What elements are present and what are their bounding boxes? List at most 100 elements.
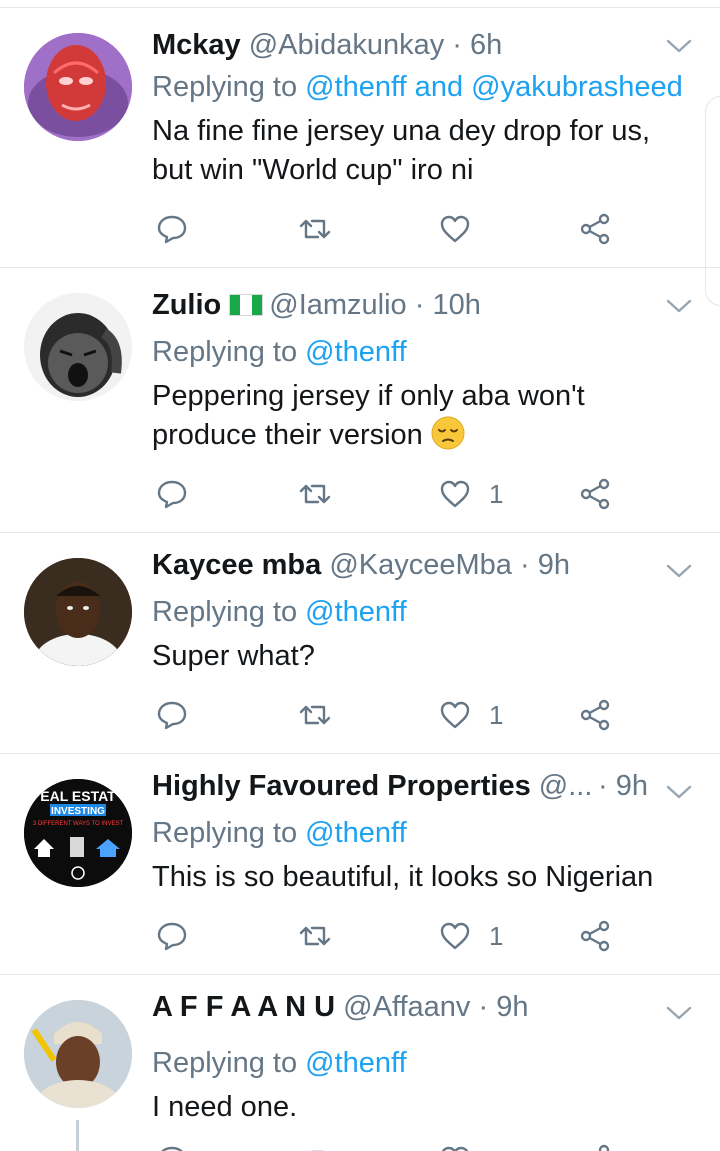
reply-button[interactable]	[156, 474, 206, 514]
avatar-text-line: EAL ESTAT	[40, 788, 116, 804]
user-handle[interactable]: @...	[539, 770, 593, 802]
replying-to: Replying to @thenff and @yakubrasheed	[152, 67, 700, 107]
reply-icon	[161, 1146, 183, 1151]
retweet-icon	[299, 219, 331, 239]
share-button[interactable]	[579, 1140, 611, 1151]
share-button[interactable]	[579, 474, 611, 514]
retweet-icon	[299, 926, 331, 946]
display-name[interactable]: Mckay	[152, 29, 241, 61]
tweet[interactable]: EAL ESTAT INVESTING 3 DIFFERENT WAYS TO …	[0, 755, 720, 975]
reply-button[interactable]	[156, 916, 206, 956]
tweet-header-time: · 9h	[598, 766, 672, 806]
timestamp[interactable]: 9h	[538, 549, 570, 581]
retweet-button[interactable]	[298, 916, 350, 956]
avatar[interactable]: EAL ESTAT INVESTING 3 DIFFERENT WAYS TO …	[24, 779, 132, 887]
retweet-icon	[305, 1150, 325, 1151]
tweet-text: This is so beautiful, it looks so Nigeri…	[152, 858, 680, 897]
timestamp[interactable]: 9h	[496, 991, 528, 1023]
pensive-face-icon	[431, 416, 465, 450]
retweet-button[interactable]	[298, 695, 350, 735]
chevron-down-icon[interactable]	[666, 38, 692, 54]
reply-button[interactable]	[156, 209, 206, 249]
user-handle[interactable]: @Affaanv	[343, 991, 470, 1023]
like-button[interactable]: 1	[439, 474, 503, 514]
tweet[interactable]: A F F A A N U @Affaanv · 9h Replying to …	[0, 976, 720, 1151]
tweet-text: Na fine fine jersey una dey drop for us,…	[152, 112, 680, 190]
display-name[interactable]: Zulio	[152, 289, 221, 321]
replying-to: Replying to @thenff	[152, 332, 700, 372]
mention-link[interactable]: @thenff	[305, 336, 406, 368]
retweet-icon	[299, 484, 331, 504]
separator-dot: ·	[520, 549, 530, 581]
like-button[interactable]: 1	[439, 695, 503, 735]
avatar[interactable]	[24, 558, 132, 666]
thread-connector	[76, 1120, 79, 1151]
reply-icon	[157, 480, 187, 509]
retweet-button[interactable]	[298, 474, 350, 514]
like-icon	[441, 1146, 469, 1151]
reply-button[interactable]	[156, 695, 206, 735]
separator-dot: ·	[478, 991, 489, 1023]
tweet-text-line: Peppering jersey if only aba won't	[152, 380, 585, 412]
tweet[interactable]: Zulio @Iamzulio · 10h Replying to @thenff…	[0, 269, 720, 533]
user-handle[interactable]: @Abidakunkay	[249, 29, 445, 61]
mention-link[interactable]: @thenff	[305, 1047, 406, 1079]
like-icon	[440, 480, 470, 508]
tweet-text-line: Na fine fine jersey una dey drop for us,	[152, 115, 651, 147]
user-handle[interactable]: @Iamzulio	[269, 289, 406, 321]
tweet-text: Peppering jersey if only aba won't produ…	[152, 377, 680, 455]
chevron-down-icon[interactable]	[666, 563, 692, 579]
share-icon	[580, 478, 610, 510]
avatar[interactable]	[24, 293, 132, 401]
mention-link[interactable]: @thenff	[305, 596, 406, 628]
like-button[interactable]	[439, 209, 489, 249]
like-button[interactable]: 1	[439, 916, 503, 956]
display-name[interactable]: Highly Favoured Properties	[152, 770, 531, 802]
share-icon	[580, 920, 610, 952]
mention-link[interactable]: @thenff and @yakubrasheed	[305, 71, 683, 103]
timestamp[interactable]: 10h	[433, 289, 481, 321]
avatar[interactable]	[24, 1000, 132, 1108]
timestamp[interactable]: 9h	[616, 770, 648, 802]
share-button[interactable]	[579, 916, 611, 956]
action-bar: 1	[152, 916, 632, 956]
action-bar: 1	[152, 474, 632, 514]
like-icon	[440, 922, 470, 950]
tweet-header: Zulio @Iamzulio · 10h	[152, 285, 672, 325]
action-bar	[152, 209, 632, 249]
mention-link[interactable]: @thenff	[305, 817, 406, 849]
chevron-down-icon[interactable]	[666, 1005, 692, 1021]
replying-to: Replying to @thenff	[152, 813, 700, 853]
replying-to-label: Replying to	[152, 817, 298, 849]
tweet-text-line-with-emoji: produce their version	[152, 416, 680, 455]
timestamp[interactable]: 6h	[470, 29, 502, 61]
avatar[interactable]	[24, 33, 132, 141]
replying-to-label: Replying to	[152, 596, 298, 628]
reply-button[interactable]: 1	[156, 1140, 220, 1151]
share-icon	[580, 213, 610, 245]
like-icon	[440, 701, 470, 729]
like-button[interactable]	[439, 1140, 489, 1151]
replying-to: Replying to @thenff	[152, 592, 700, 632]
user-handle[interactable]: @KayceeMba	[329, 549, 512, 581]
replying-to: Replying to @thenff	[152, 1043, 700, 1083]
share-button[interactable]	[579, 695, 611, 735]
share-button[interactable]	[579, 209, 611, 249]
separator-dot: ·	[452, 29, 462, 61]
replying-to-label: Replying to	[152, 336, 298, 368]
avatar-text-line: 3 DIFFERENT WAYS TO INVEST	[33, 821, 124, 827]
avatar-text-line: INVESTING	[51, 806, 105, 817]
tweet[interactable]: Mckay @Abidakunkay · 6h Replying to @the…	[0, 9, 720, 268]
chevron-down-icon[interactable]	[666, 298, 692, 314]
retweet-icon	[299, 705, 331, 725]
retweet-button[interactable]	[298, 209, 350, 249]
tweet-text: I need one.	[152, 1088, 680, 1127]
display-name[interactable]: Kaycee mba	[152, 549, 321, 581]
tweet-header: Mckay @Abidakunkay · 6h	[152, 25, 672, 65]
retweet-button[interactable]	[298, 1140, 350, 1151]
tweet-header: A F F A A N U @Affaanv · 9h	[152, 987, 672, 1027]
separator-dot: ·	[414, 289, 425, 321]
tweet[interactable]: Kaycee mba @KayceeMba · 9h Replying to @…	[0, 534, 720, 754]
display-name[interactable]: A F F A A N U	[152, 991, 335, 1023]
chevron-down-icon[interactable]	[666, 784, 692, 800]
